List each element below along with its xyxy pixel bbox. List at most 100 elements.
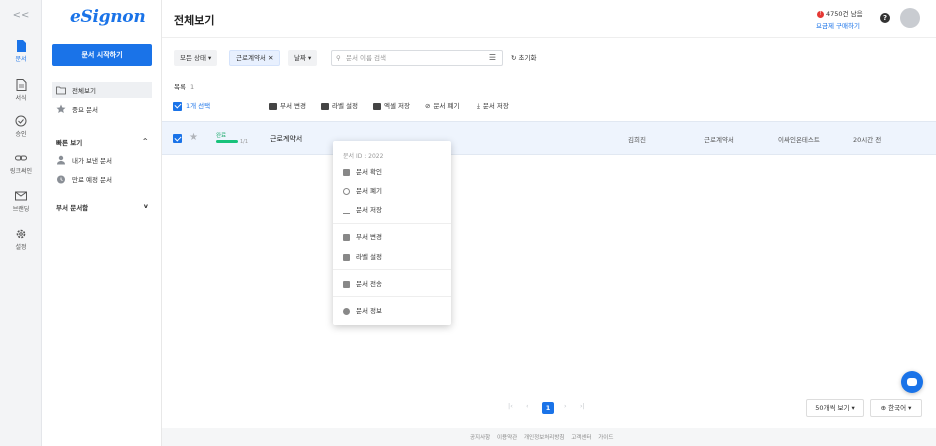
block-icon [343, 187, 350, 195]
save-document-button[interactable]: ⤓ 문서 저장 [477, 98, 509, 114]
action-label: 문서 저장 [482, 102, 509, 110]
menu-label: 문서 폐기 [356, 187, 382, 195]
team-cell: 이싸인온테스트 [778, 136, 820, 144]
selected-count: 1개 선택 [186, 102, 211, 110]
alert-icon: ! [817, 10, 824, 18]
collapse-button[interactable]: << [0, 10, 42, 21]
mail-icon [15, 191, 27, 201]
status-filter[interactable]: 모든 상태 ▾ [174, 50, 218, 66]
chat-icon[interactable] [901, 371, 923, 393]
footer-link[interactable]: 가이드 [598, 435, 613, 441]
menu-item-send[interactable]: 문서 전송 [343, 278, 382, 290]
menu-label: 문서 저장 [356, 206, 382, 214]
menu-item-change-dept[interactable]: 부서 변경 [343, 231, 382, 243]
sidebar-item-label: 중요 문서 [72, 106, 98, 114]
footer-link[interactable]: 공지사항 [470, 435, 490, 441]
menu-item-discard[interactable]: 문서 폐기 [343, 185, 382, 197]
rail-item-settings[interactable]: 설정 [0, 228, 42, 251]
page-current[interactable]: 1 [542, 402, 554, 414]
progress-count: 1/1 [240, 139, 249, 145]
rail-label: 링크써인 [9, 168, 33, 175]
action-bar: 1개 선택 부서 변경 라벨 설정 엑셀 저장 ⊘ 문서 폐기 ⤓ 문서 저장 [170, 98, 930, 114]
discard-button[interactable]: ⊘ 문서 폐기 [425, 98, 459, 114]
help-icon[interactable]: ? [880, 13, 890, 23]
star-icon [56, 104, 66, 113]
last-page-button[interactable]: ›| [580, 402, 585, 410]
menu-label: 부서 변경 [356, 233, 382, 241]
rail-item-link-sign[interactable]: 링크써인 [0, 152, 42, 175]
filter-bar: 모든 상태 ▾ 근로계약서 ✕ 날짜 ▾ ⚲ 문서 이름 검색 ☰ ↻ 초기화 [174, 50, 914, 66]
folder-icon [56, 86, 66, 95]
count-label: 목록 [174, 83, 186, 91]
footer-link[interactable]: 이용약관 [497, 435, 517, 441]
check-circle-icon [15, 115, 27, 127]
sidebar-item-sent[interactable]: 내가 보낸 문서 [52, 152, 152, 168]
list-count: 목록 1 [174, 81, 194, 91]
date-filter[interactable]: 날짜 ▾ [288, 50, 318, 66]
rail-item-branding[interactable]: 브랜딩 [0, 190, 42, 213]
language-select[interactable]: ⊕ 한국어 ▾ [870, 399, 922, 417]
rail-label: 문서 [15, 56, 27, 63]
menu-item-set-label[interactable]: 라벨 설정 [343, 251, 382, 263]
search-icon: ⚲ [336, 54, 341, 62]
table-row[interactable]: ★ 완료 1/1 근로계약서 김희진 근로계약서 이싸인온테스트 20시간 전 [162, 121, 936, 155]
menu-item-info[interactable]: 문서 정보 [343, 305, 382, 317]
menu-item-view[interactable]: 문서 확인 [343, 166, 382, 178]
document-id: 문서 ID : 2022 [343, 153, 384, 160]
next-page-button[interactable]: › [564, 402, 567, 410]
rail-item-documents[interactable]: 문서 [0, 40, 42, 63]
buy-plan-link[interactable]: 요금제 구매하기 [816, 20, 860, 30]
alarm-icon [57, 175, 65, 184]
search-input[interactable]: ⚲ 문서 이름 검색 ☰ [331, 50, 503, 66]
document-name[interactable]: 근로계약서 [270, 134, 302, 144]
sidebar-item-expiring[interactable]: 만료 예정 문서 [52, 171, 152, 187]
count-value: 1 [189, 83, 195, 91]
page-title: 전체보기 [174, 14, 215, 27]
start-document-button[interactable]: 문서 시작하기 [52, 44, 152, 66]
footer-link[interactable]: 개인정보처리방침 [524, 435, 564, 441]
info-icon [343, 307, 350, 315]
person-icon [57, 155, 65, 165]
dept-docs-header[interactable]: 부서 문서함 v [56, 202, 148, 212]
gear-icon [16, 229, 26, 239]
menu-label: 문서 정보 [356, 307, 382, 315]
filter-icon[interactable]: ☰ [489, 51, 496, 65]
row-checkbox[interactable] [173, 134, 182, 143]
search-placeholder: 문서 이름 검색 [346, 54, 387, 62]
sidebar-item-all[interactable]: 전체보기 [52, 82, 152, 98]
prev-page-button[interactable]: ‹ [526, 402, 529, 410]
chevron-up-icon: ^ [142, 137, 148, 145]
sidebar-item-important[interactable]: 중요 문서 [52, 101, 152, 117]
star-icon[interactable]: ★ [189, 132, 198, 143]
quick-view-header[interactable]: 빠른 보기 ^ [56, 137, 148, 147]
sidebar-item-label: 내가 보낸 문서 [72, 157, 113, 165]
rail-label: 설정 [15, 244, 27, 251]
avatar[interactable] [900, 8, 920, 28]
send-icon [343, 280, 350, 288]
rail-item-templates[interactable]: 서식 [0, 79, 42, 102]
menu-divider [333, 269, 451, 270]
filter-chip-contract[interactable]: 근로계약서 ✕ [229, 50, 281, 66]
rail-item-approval[interactable]: 승인 [0, 115, 42, 138]
remaining-count: ! 4750건 남음 [817, 8, 863, 18]
footer-link[interactable]: 고객센터 [571, 435, 591, 441]
menu-divider [333, 223, 451, 224]
menu-label: 문서 확인 [356, 168, 382, 176]
set-label-button[interactable]: 라벨 설정 [321, 98, 358, 114]
first-page-button[interactable]: |‹ [508, 402, 513, 410]
menu-item-save[interactable]: 문서 저장 [343, 204, 382, 216]
download-icon [343, 207, 350, 214]
rail-label: 브랜딩 [12, 206, 30, 213]
section-title: 부서 문서함 [56, 204, 89, 212]
select-all-checkbox[interactable]: 1개 선택 [173, 98, 210, 114]
reset-button[interactable]: ↻ 초기화 [511, 50, 536, 66]
change-dept-button[interactable]: 부서 변경 [269, 98, 306, 114]
excel-save-button[interactable]: 엑셀 저장 [373, 98, 410, 114]
download-icon: ⤓ [477, 102, 480, 110]
sidebar-item-label: 전체보기 [72, 87, 96, 95]
sender-cell: 김희진 [628, 136, 646, 144]
progress-bar [216, 140, 238, 143]
action-label: 문서 폐기 [433, 102, 460, 110]
per-page-select[interactable]: 50개씩 보기 ▾ [806, 399, 864, 417]
checkbox-checked-icon [173, 101, 182, 111]
